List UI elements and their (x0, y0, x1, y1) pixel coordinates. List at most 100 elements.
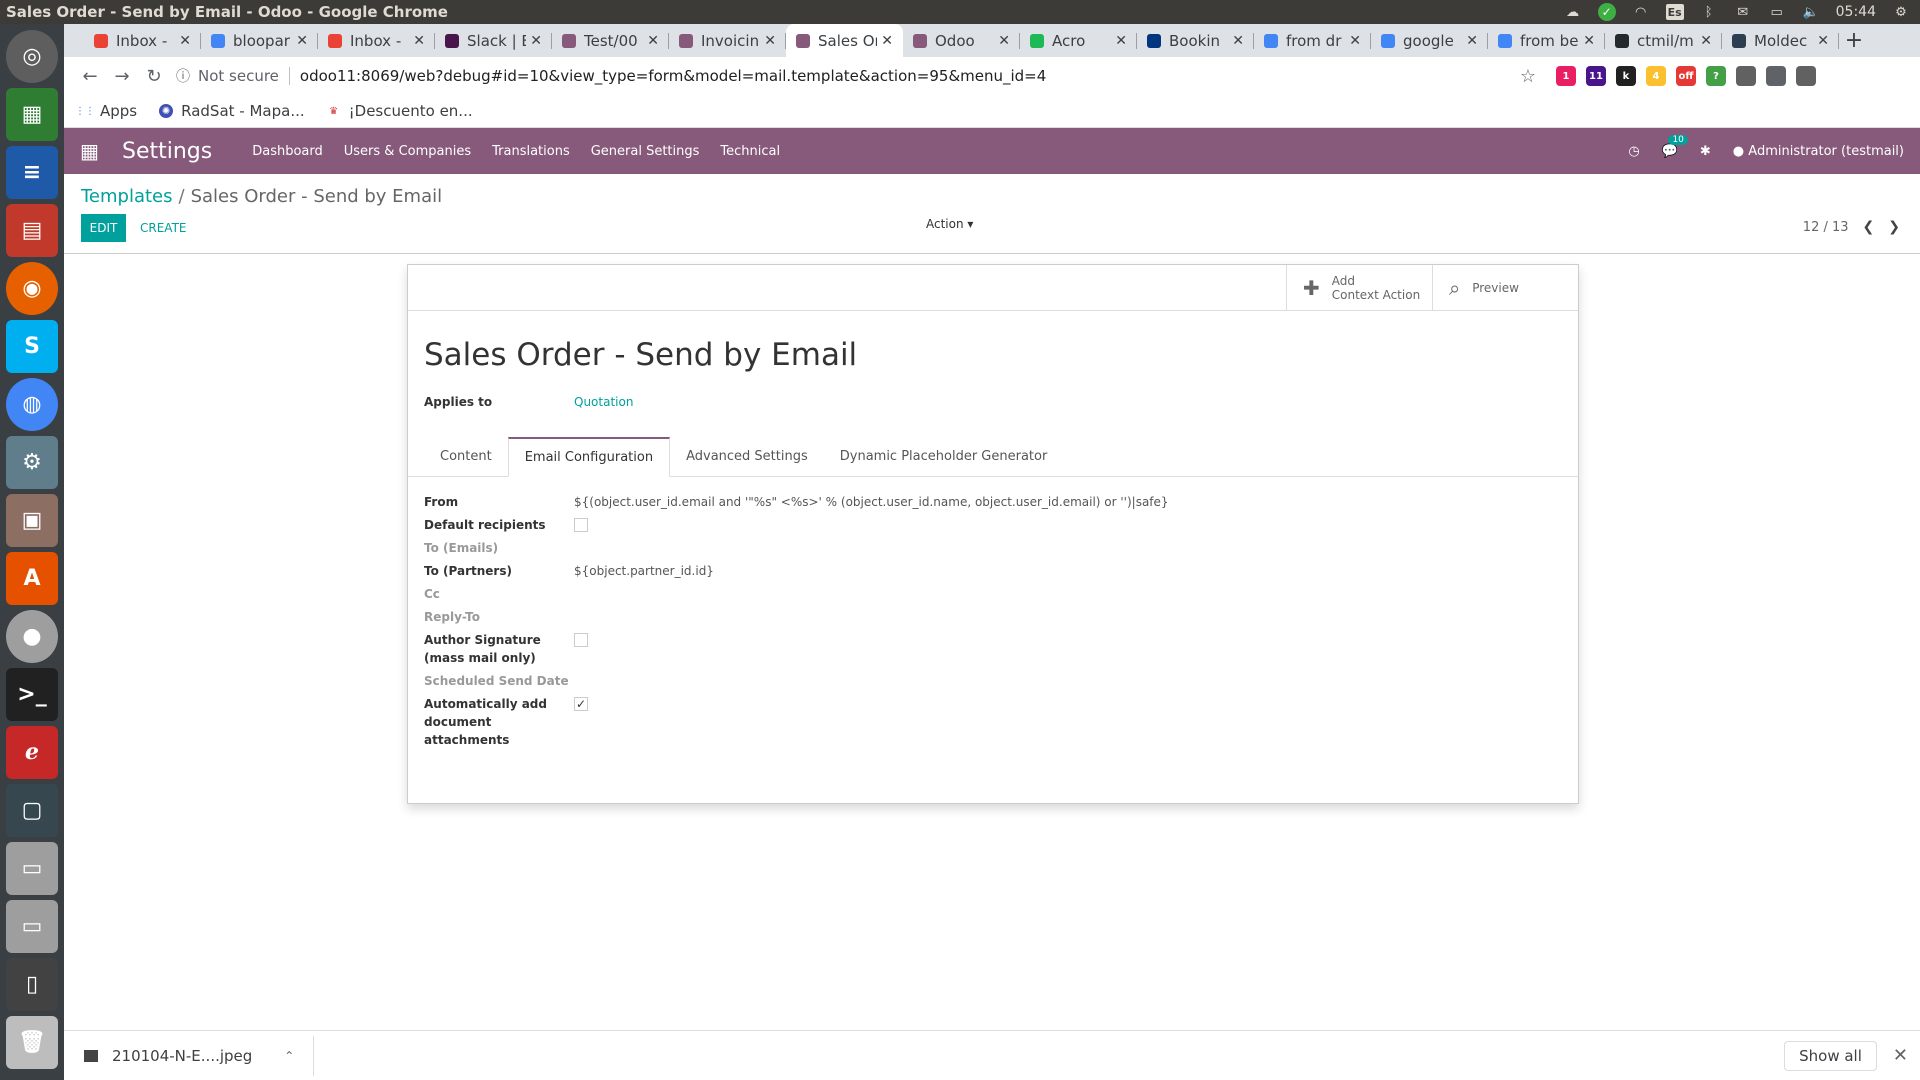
tab-advanced-settings[interactable]: Advanced Settings (670, 436, 824, 476)
trash-icon[interactable]: 🗑 (6, 1016, 58, 1069)
close-icon[interactable]: ✕ (1893, 1045, 1908, 1066)
tab-dynamic-placeholder-generator[interactable]: Dynamic Placeholder Generator (824, 436, 1064, 476)
pager-value[interactable]: 12 / 13 (1803, 220, 1849, 235)
browser-tab[interactable]: ctmil/m ✕ (1605, 24, 1722, 57)
tab-close-icon[interactable]: ✕ (1583, 33, 1595, 49)
tab-close-icon[interactable]: ✕ (998, 33, 1010, 49)
menu-technical[interactable]: Technical (720, 144, 780, 159)
bookmark-radsat[interactable]: ✺ RadSat - Mapa... (159, 102, 305, 120)
forward-icon[interactable]: → (106, 60, 138, 92)
extension-icon[interactable]: 11 (1586, 66, 1606, 86)
applies-to-value[interactable]: Quotation (574, 395, 633, 409)
bookmark-descuento[interactable]: ♛ ¡Descuento en... (327, 102, 472, 120)
reload-icon[interactable]: ↻ (138, 60, 170, 92)
action-dropdown[interactable]: Action ▾ (926, 217, 973, 231)
drive-icon-2[interactable]: ▭ (6, 900, 58, 953)
auto-attachments-checkbox[interactable]: ✓ (574, 697, 588, 711)
extension-icon[interactable]: 1 (1556, 66, 1576, 86)
drive-icon[interactable]: ▭ (6, 842, 58, 895)
tab-close-icon[interactable]: ✕ (1232, 33, 1244, 49)
tab-close-icon[interactable]: ✕ (1466, 33, 1478, 49)
app-brand[interactable]: Settings (122, 139, 212, 164)
address-bar[interactable]: ⓘ Not secure odoo11:8069/web?debug#id=10… (176, 60, 1536, 92)
bluetooth-icon[interactable]: ᛒ (1700, 5, 1718, 20)
gear-icon[interactable]: ⚙ (1892, 5, 1910, 20)
show-all-button[interactable]: Show all (1784, 1040, 1877, 1071)
browser-tab[interactable]: Bookin ✕ (1137, 24, 1254, 57)
tab-close-icon[interactable]: ✕ (764, 33, 776, 49)
tab-close-icon[interactable]: ✕ (179, 33, 191, 49)
check-icon[interactable]: ✓ (1597, 3, 1616, 21)
author-signature-checkbox[interactable] (574, 633, 588, 647)
pager-prev-icon[interactable]: ❮ (1863, 219, 1875, 235)
language-indicator[interactable]: Es (1665, 4, 1684, 20)
extension-icon[interactable] (1736, 66, 1756, 86)
extension-icon[interactable]: 4 (1646, 66, 1666, 86)
tab-close-icon[interactable]: ✕ (1817, 33, 1829, 49)
app-switcher-icon[interactable]: ▦ (80, 139, 104, 163)
activity-clock-icon[interactable]: ◷ (1628, 144, 1639, 159)
browser-tab[interactable]: from be ✕ (1488, 24, 1605, 57)
extension-icon[interactable] (1796, 66, 1816, 86)
mail-icon[interactable]: ✉ (1734, 5, 1752, 20)
download-item[interactable]: 210104-N-E....jpeg ⌃ (84, 1035, 314, 1076)
dash-icon[interactable]: ◎ (6, 30, 58, 83)
breadcrumb-templates[interactable]: Templates (81, 186, 173, 207)
tab-close-icon[interactable]: ✕ (413, 33, 425, 49)
disc-icon[interactable]: ● (6, 610, 58, 663)
extension-icon[interactable]: k (1616, 66, 1636, 86)
menu-general-settings[interactable]: General Settings (591, 144, 700, 159)
browser-tab[interactable]: Slack | E ✕ (435, 24, 552, 57)
tab-content[interactable]: Content (424, 436, 508, 476)
extension-icon[interactable] (1766, 66, 1786, 86)
tab-close-icon[interactable]: ✕ (1115, 33, 1127, 49)
browser-tab[interactable]: bloopar ✕ (201, 24, 318, 57)
browser-tab[interactable]: Invoicin ✕ (669, 24, 786, 57)
browser-tab[interactable]: Sales Or ✕ (786, 24, 903, 57)
chrome-icon[interactable]: ◍ (6, 378, 58, 431)
default-recipients-checkbox[interactable] (574, 518, 588, 532)
tab-close-icon[interactable]: ✕ (296, 33, 308, 49)
info-icon[interactable]: ⓘ (176, 66, 190, 86)
tab-email-configuration[interactable]: Email Configuration (507, 437, 671, 477)
software-center-icon[interactable]: A (6, 552, 58, 605)
add-context-action-button[interactable]: ✚ Add Context Action (1286, 265, 1432, 310)
spreadsheet-icon[interactable]: ▦ (6, 88, 58, 141)
browser-tab[interactable]: Odoo ✕ (903, 24, 1020, 57)
chevron-up-icon[interactable]: ⌃ (284, 1049, 294, 1063)
terminal-icon[interactable]: >_ (6, 668, 58, 721)
tab-close-icon[interactable]: ✕ (1349, 33, 1361, 49)
back-icon[interactable]: ← (74, 60, 106, 92)
tab-close-icon[interactable]: ✕ (647, 33, 659, 49)
new-tab-button[interactable]: + (1839, 24, 1869, 57)
browser-tab[interactable]: Moldec ✕ (1722, 24, 1839, 57)
bookmark-apps[interactable]: ⋮⋮ Apps (75, 102, 137, 120)
debug-bug-icon[interactable]: ✱ (1700, 144, 1711, 159)
volume-icon[interactable]: 🔈 (1802, 5, 1820, 20)
preview-button[interactable]: ⌕ Preview (1432, 265, 1578, 310)
menu-users-companies[interactable]: Users & Companies (344, 144, 471, 159)
menu-dashboard[interactable]: Dashboard (252, 144, 323, 159)
file-manager-icon[interactable]: ▣ (6, 494, 58, 547)
star-icon[interactable]: ☆ (1520, 66, 1536, 87)
firefox-icon[interactable]: ◉ (6, 262, 58, 315)
create-button[interactable]: CREATE (140, 214, 187, 242)
browser-tab[interactable]: from dr ✕ (1254, 24, 1371, 57)
url-text[interactable]: odoo11:8069/web?debug#id=10&view_type=fo… (300, 67, 1046, 85)
writer-icon[interactable]: ≡ (6, 146, 58, 199)
extension-icon[interactable]: off (1676, 66, 1696, 86)
browser-tab[interactable]: Inbox - ✕ (84, 24, 201, 57)
tab-close-icon[interactable]: ✕ (530, 33, 542, 49)
system-settings-icon[interactable]: ⚙ (6, 436, 58, 489)
messaging-icon[interactable]: 💬 10 (1662, 134, 1688, 159)
edit-button[interactable]: EDIT (81, 214, 126, 242)
battery-icon[interactable]: ▭ (1768, 5, 1786, 20)
browser-tab[interactable]: Test/00 ✕ (552, 24, 669, 57)
skype-icon[interactable]: S (6, 320, 58, 373)
browser-tab[interactable]: google ✕ (1371, 24, 1488, 57)
menu-translations[interactable]: Translations (492, 144, 570, 159)
clock[interactable]: 05:44 (1836, 4, 1876, 20)
extension-icon[interactable]: ? (1706, 66, 1726, 86)
browser-tab[interactable]: Inbox - ✕ (318, 24, 435, 57)
user-menu[interactable]: ● Administrator (testmail) (1733, 144, 1904, 159)
